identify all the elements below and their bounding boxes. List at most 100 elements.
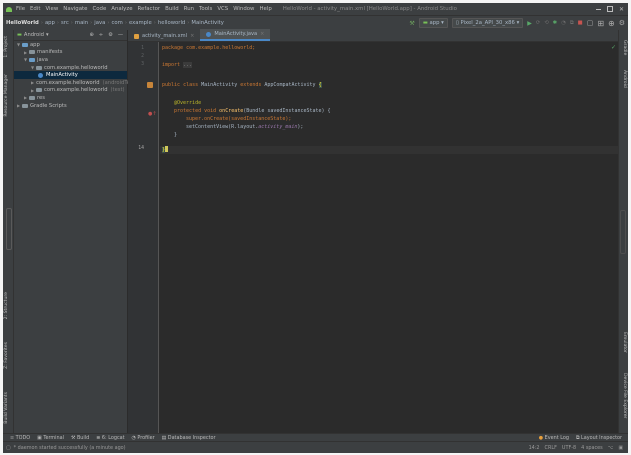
- hide-icon[interactable]: —: [118, 32, 123, 38]
- tree-item-label: manifests: [37, 49, 63, 56]
- close-tab-icon[interactable]: ×: [190, 33, 194, 39]
- breadcrumb-src[interactable]: src: [61, 20, 69, 26]
- close-tab-icon[interactable]: ×: [260, 31, 264, 37]
- tool-tab-gradle[interactable]: Gradle: [622, 40, 627, 55]
- run-icon[interactable]: ▶: [527, 20, 532, 27]
- device-manager-icon[interactable]: ▢: [587, 19, 594, 27]
- code-area[interactable]: package com.example.helloworld; import .…: [160, 42, 618, 439]
- indent-setting[interactable]: 4 spaces: [581, 445, 603, 451]
- menu-code[interactable]: Code: [92, 6, 106, 12]
- close-icon[interactable]: ✕: [619, 6, 624, 13]
- tool-tab-structure[interactable]: 2: Structure: [4, 292, 9, 319]
- menu-view[interactable]: View: [45, 6, 58, 12]
- menu-window[interactable]: Window: [233, 6, 254, 12]
- tree-item[interactable]: ▶ com.example.helloworld (test): [14, 87, 127, 95]
- folder-icon: [29, 95, 35, 100]
- tree-item[interactable]: ▶ Gradle Scripts: [14, 102, 127, 110]
- breadcrumb-app[interactable]: app: [45, 20, 55, 26]
- tool-tab-project[interactable]: 1: Project: [4, 36, 9, 58]
- status-bar: ▢ * daemon started successfully (a minut…: [3, 441, 628, 453]
- profile-icon[interactable]: ◔: [561, 20, 566, 26]
- menu-edit[interactable]: Edit: [30, 6, 40, 12]
- menu-run[interactable]: Run: [184, 6, 194, 12]
- menu-analyze[interactable]: Analyze: [111, 6, 132, 12]
- code-line: }: [174, 132, 177, 138]
- stop-icon[interactable]: ■: [578, 20, 583, 26]
- file-encoding[interactable]: UTF-8: [562, 445, 576, 451]
- breadcrumb-project[interactable]: HelloWorld: [6, 20, 39, 26]
- locate-icon[interactable]: ⊕: [89, 32, 93, 38]
- gear-icon[interactable]: ⚙: [108, 32, 113, 38]
- tree-item[interactable]: ▶ manifests: [14, 49, 127, 57]
- tree-item[interactable]: ▼ app: [14, 41, 127, 49]
- debug-icon[interactable]: ✱: [553, 20, 557, 26]
- hammer-icon[interactable]: ⚒: [409, 20, 414, 27]
- run-config-select[interactable]: ▬ app ▾: [418, 18, 448, 28]
- code-token: public: [162, 82, 181, 88]
- attach-debugger-icon[interactable]: ⧉: [570, 20, 574, 27]
- code-line: package com.example.helloworld;: [162, 45, 255, 51]
- device-select[interactable]: ▯ Pixel_2a_API_30_x86 ▾: [451, 18, 524, 28]
- code-token: );: [297, 124, 304, 130]
- search-everywhere-icon[interactable]: ⊕: [608, 19, 615, 28]
- tool-tab-favorites[interactable]: Z: Favorites: [4, 342, 9, 369]
- collapse-icon[interactable]: ÷: [99, 32, 103, 38]
- collapsed-arrow-icon[interactable]: ▶: [31, 80, 34, 85]
- tool-tab-build-variants[interactable]: Build Variants: [4, 392, 9, 424]
- apply-code-changes-icon[interactable]: ⟲: [544, 20, 548, 26]
- tree-item[interactable]: ▶ res: [14, 94, 127, 102]
- tree-item-label: java: [37, 56, 48, 63]
- apply-changes-icon[interactable]: ⟳: [536, 20, 540, 26]
- folded-imports[interactable]: ...: [183, 62, 193, 68]
- folder-icon: [36, 65, 42, 70]
- tree-item-label: res: [37, 94, 45, 101]
- line-number: 1: [141, 46, 144, 51]
- menu-refactor[interactable]: Refactor: [138, 6, 161, 12]
- git-icon[interactable]: ⌥: [608, 445, 614, 451]
- tree-item[interactable]: ▶ com.example.helloworld (androidTest): [14, 79, 137, 87]
- breadcrumb-helloworld[interactable]: helloworld: [158, 20, 185, 26]
- breadcrumb-main[interactable]: main: [75, 20, 88, 26]
- class-name: MainActivity: [201, 82, 238, 88]
- menu-build[interactable]: Build: [165, 6, 179, 12]
- menu-tools[interactable]: Tools: [199, 6, 212, 12]
- tool-tab-resource-manager[interactable]: Resource Manager: [4, 74, 9, 117]
- phone-icon: ▯: [455, 20, 459, 26]
- status-toggle-icon[interactable]: ▢: [6, 445, 11, 451]
- code-token: extends: [240, 82, 262, 88]
- menu-navigate[interactable]: Navigate: [63, 6, 87, 12]
- tree-item[interactable]: ▼ com.example.helloworld: [14, 64, 127, 72]
- breadcrumb-java[interactable]: java: [94, 20, 105, 26]
- tree-item[interactable]: MainActivity: [14, 71, 127, 79]
- tab-activity-main-xml[interactable]: activity_main.xml ×: [128, 31, 200, 41]
- line-separator[interactable]: CRLF: [545, 445, 557, 451]
- breadcrumb-example[interactable]: example: [129, 20, 152, 26]
- tool-tab-device-file-explorer[interactable]: Device File Explorer: [622, 373, 627, 418]
- maximize-icon[interactable]: [606, 6, 613, 12]
- menu-file[interactable]: File: [16, 6, 25, 12]
- menu-vcs[interactable]: VCS: [217, 6, 228, 12]
- tree-item[interactable]: ▼ java: [14, 56, 127, 64]
- tree-item-suffix: (test): [110, 87, 125, 94]
- menu-help[interactable]: Help: [259, 6, 271, 12]
- folder-icon: [29, 50, 35, 55]
- lock-icon[interactable]: ▣: [618, 445, 623, 451]
- assistant-icon[interactable]: ⚙: [619, 19, 625, 27]
- class-gutter-icon[interactable]: [147, 82, 153, 88]
- tool-tab-emulator[interactable]: Emulator: [622, 332, 627, 353]
- breadcrumb-mainactivity[interactable]: MainActivity: [191, 20, 223, 26]
- left-scrollbar-handle[interactable]: [6, 208, 12, 250]
- android-icon: [6, 6, 12, 12]
- tool-tab-android[interactable]: Android: [622, 70, 627, 88]
- caret-position[interactable]: 14:2: [529, 445, 540, 451]
- tree-item-label: app: [30, 41, 40, 48]
- code-token: protected: [174, 108, 202, 114]
- minimize-icon[interactable]: [595, 8, 601, 10]
- sdk-manager-icon[interactable]: ⊞: [597, 19, 604, 28]
- override-gutter-icon[interactable]: ●↑: [148, 111, 157, 117]
- breadcrumb-com[interactable]: com: [112, 20, 123, 26]
- tab-mainactivity-java[interactable]: MainActivity.java ×: [200, 29, 271, 41]
- vertical-scrollbar[interactable]: [620, 210, 626, 254]
- project-view-select[interactable]: Android: [24, 32, 44, 38]
- device-label: Pixel_2a_API_30_x86: [460, 20, 515, 26]
